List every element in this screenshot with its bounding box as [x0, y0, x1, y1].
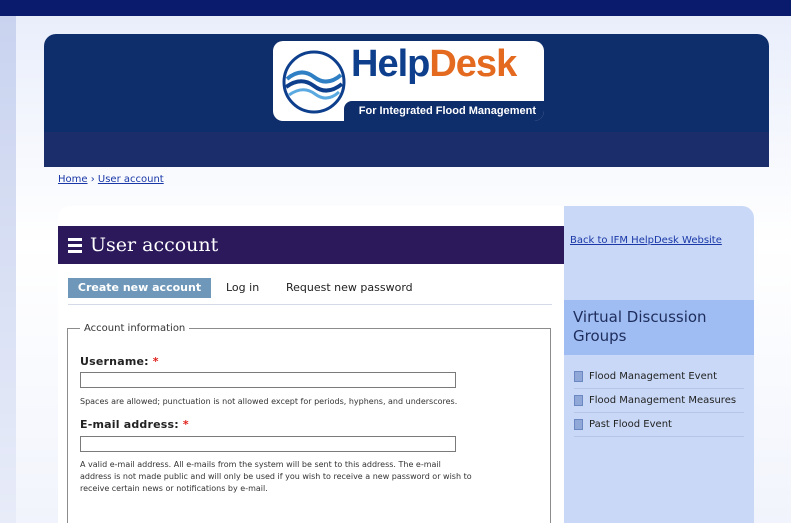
back-to-website-link[interactable]: Back to IFM HelpDesk Website — [570, 235, 722, 246]
tabs-divider — [68, 304, 552, 305]
logo-desk-text: Desk — [429, 43, 517, 85]
page-title: User account — [90, 234, 219, 256]
tab-request-new-password[interactable]: Request new password — [286, 278, 413, 298]
window-left-band — [0, 16, 16, 523]
document-icon — [574, 371, 583, 382]
discussion-group-label: Flood Management Measures — [589, 395, 737, 406]
username-required-mark: * — [152, 355, 159, 368]
logo-wordmark: HelpDesk — [351, 43, 517, 86]
document-icon — [574, 419, 583, 430]
wave-logo-icon — [282, 50, 346, 114]
discussion-group-label: Past Flood Event — [589, 419, 672, 430]
logo-help-text: Help — [351, 43, 430, 85]
discussion-group-item[interactable]: Flood Management Measures — [574, 392, 744, 413]
page-title-bar: User account — [58, 226, 564, 264]
helpdesk-logo[interactable]: HelpDesk For Integrated Flood Management — [273, 41, 544, 121]
right-sidebar — [564, 206, 754, 523]
username-input[interactable] — [80, 372, 456, 388]
email-input[interactable] — [80, 436, 456, 452]
email-description-line: receive certain news or notifications by… — [80, 484, 268, 493]
breadcrumb-separator: › — [90, 174, 95, 185]
discussion-group-item[interactable]: Past Flood Event — [574, 416, 744, 437]
discussion-groups-title: Virtual Discussion Groups — [573, 308, 707, 345]
email-required-mark: * — [182, 418, 189, 431]
document-icon — [574, 395, 583, 406]
discussion-group-item[interactable]: Flood Management Event — [574, 368, 744, 389]
email-description-line: A valid e-mail address. All e-mails from… — [80, 460, 441, 469]
username-description: Spaces are allowed; punctuation is not a… — [80, 397, 458, 406]
tab-create-new-account[interactable]: Create new account — [68, 278, 211, 298]
email-description-line: address is not made public and will only… — [80, 472, 472, 481]
email-label-text: E-mail address: — [80, 418, 179, 431]
username-label-text: Username: — [80, 355, 149, 368]
window-top-band — [0, 0, 791, 16]
breadcrumb-current-link[interactable]: User account — [98, 174, 164, 185]
fieldset-legend: Account information — [84, 323, 186, 334]
tab-log-in[interactable]: Log in — [226, 278, 259, 298]
username-label: Username: * — [80, 355, 159, 368]
discussion-group-label: Flood Management Event — [589, 371, 717, 382]
logo-tagline: For Integrated Flood Management — [344, 101, 544, 121]
breadcrumb: Home › User account — [58, 174, 164, 185]
email-description: A valid e-mail address. All e-mails from… — [80, 459, 472, 495]
menu-lines-icon — [68, 235, 82, 255]
discussion-groups-list: Flood Management Event Flood Management … — [574, 368, 744, 440]
email-label: E-mail address: * — [80, 418, 189, 431]
breadcrumb-home-link[interactable]: Home — [58, 174, 88, 185]
primary-nav-bar — [44, 132, 769, 167]
